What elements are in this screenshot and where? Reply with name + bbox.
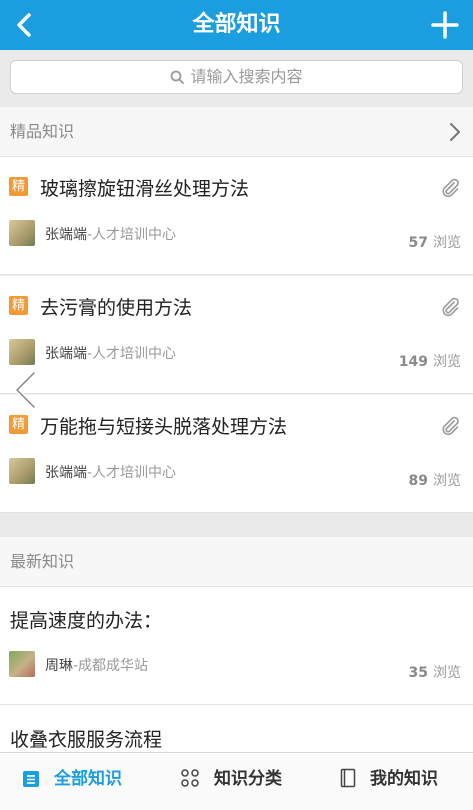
view-number: 89 xyxy=(408,473,428,489)
list-item[interactable]: 精 玻璃擦旋钮滑丝处理方法 张端端-人才培训中心 57 浏览 xyxy=(0,157,473,275)
search-placeholder: 请输入搜索内容 xyxy=(190,67,303,86)
latest-heading: 最新知识 xyxy=(10,552,75,571)
view-label: 浏览 xyxy=(433,665,461,681)
view-count: 149 浏览 xyxy=(399,351,461,371)
author-line: 张端端-人才培训中心 xyxy=(45,343,176,363)
search-icon xyxy=(171,70,185,84)
author-dept: -成都成华站 xyxy=(73,658,149,674)
book-icon xyxy=(340,768,356,788)
knowledge-title: 提高速度的办法： xyxy=(10,610,163,632)
grid-icon xyxy=(181,769,199,787)
knowledge-title: 去污膏的使用方法 xyxy=(40,297,193,319)
list-item[interactable]: 精 去污膏的使用方法 张端端-人才培训中心 149 浏览 xyxy=(0,276,473,394)
avatar xyxy=(9,339,35,365)
author-dept: -人才培训中心 xyxy=(87,465,177,481)
avatar xyxy=(9,220,35,246)
author-line: 张端端-人才培训中心 xyxy=(45,462,176,482)
chevron-right-icon[interactable] xyxy=(449,122,461,142)
featured-badge: 精 xyxy=(9,177,28,196)
featured-badge: 精 xyxy=(9,296,28,315)
top-bar: 全部知识 xyxy=(0,0,473,50)
list-icon xyxy=(23,771,39,787)
knowledge-title: 玻璃擦旋钮滑丝处理方法 xyxy=(40,178,250,200)
author-name: 张端端 xyxy=(45,465,87,481)
paperclip-icon xyxy=(442,178,459,198)
page-title: 全部知识 xyxy=(192,12,281,37)
author-name: 周琳 xyxy=(45,658,73,674)
tab-my-knowledge[interactable]: 我的知识 xyxy=(340,753,438,810)
avatar xyxy=(9,458,35,484)
view-number: 149 xyxy=(398,354,428,370)
section-divider xyxy=(0,513,473,537)
view-count: 89 浏览 xyxy=(409,470,461,490)
list-item[interactable]: 精 万能拖与短接头脱落处理方法 张端端-人才培训中心 89 浏览 xyxy=(0,395,473,513)
view-count: 57 浏览 xyxy=(409,232,461,252)
featured-section-header[interactable]: 精品知识 xyxy=(0,107,473,157)
paperclip-icon xyxy=(442,416,459,436)
view-count: 35 浏览 xyxy=(409,662,461,682)
featured-badge: 精 xyxy=(9,415,28,434)
list-item[interactable]: 提高速度的办法： 周琳-成都成华站 35 浏览 xyxy=(0,587,473,705)
tab-label: 知识分类 xyxy=(214,769,282,789)
chevron-left-icon[interactable] xyxy=(12,370,40,410)
view-label: 浏览 xyxy=(433,354,461,370)
tab-knowledge-categories[interactable]: 知识分类 xyxy=(180,753,282,810)
latest-section-header: 最新知识 xyxy=(0,537,473,587)
author-dept: -人才培训中心 xyxy=(87,346,177,362)
author-name: 张端端 xyxy=(45,346,87,362)
knowledge-title: 收叠衣服服务流程 xyxy=(10,729,163,751)
plus-icon[interactable] xyxy=(431,11,459,39)
bottom-tab-bar: 全部知识 知识分类 我的知识 xyxy=(0,752,473,810)
view-label: 浏览 xyxy=(433,235,461,251)
author-line: 张端端-人才培训中心 xyxy=(45,224,176,244)
author-line: 周琳-成都成华站 xyxy=(45,655,148,675)
paperclip-icon xyxy=(442,297,459,317)
tab-label: 我的知识 xyxy=(370,769,438,789)
tab-all-knowledge[interactable]: 全部知识 xyxy=(22,753,122,810)
author-name: 张端端 xyxy=(45,227,87,243)
avatar xyxy=(9,651,35,677)
search-input[interactable]: 请输入搜索内容 xyxy=(10,60,463,94)
view-label: 浏览 xyxy=(433,473,461,489)
view-number: 35 xyxy=(408,665,428,681)
author-dept: -人才培训中心 xyxy=(87,227,177,243)
search-bar: 请输入搜索内容 xyxy=(0,50,473,107)
view-number: 57 xyxy=(408,235,428,251)
knowledge-title: 万能拖与短接头脱落处理方法 xyxy=(40,416,288,438)
tab-label: 全部知识 xyxy=(54,769,122,789)
featured-heading: 精品知识 xyxy=(10,122,75,141)
